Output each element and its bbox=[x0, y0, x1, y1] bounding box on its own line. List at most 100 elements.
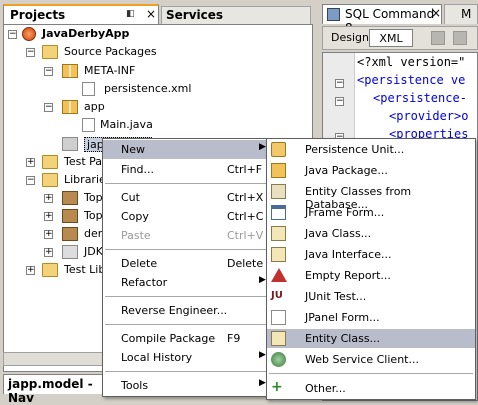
jar-icon bbox=[62, 227, 78, 241]
submenu-item-entity-classes-db[interactable]: Entity Classes from Database... bbox=[267, 182, 475, 211]
menu-item-label: New bbox=[121, 143, 145, 156]
code-line: <persistence- bbox=[373, 91, 467, 105]
fold-icon[interactable]: − bbox=[335, 79, 344, 88]
menu-item-label: Paste bbox=[121, 229, 151, 242]
package-icon bbox=[62, 100, 78, 114]
collapse-icon[interactable]: − bbox=[26, 176, 35, 185]
expand-icon[interactable]: + bbox=[26, 266, 35, 275]
submenu-item-label: JUnit Test... bbox=[305, 290, 367, 303]
menu-shortcut: Ctrl+V bbox=[227, 229, 264, 242]
submenu-item-label: Java Interface... bbox=[305, 248, 392, 261]
submenu-item-persistence-unit[interactable]: Persistence Unit... bbox=[267, 140, 475, 159]
collapse-icon[interactable]: − bbox=[8, 30, 17, 39]
collapse-icon[interactable]: − bbox=[44, 67, 53, 76]
tree-label: JDK bbox=[84, 245, 103, 258]
editor-toolbar: Design XML bbox=[322, 26, 478, 50]
tree-node-meta-inf[interactable]: − META-INF bbox=[4, 62, 304, 80]
menu-item-refactor[interactable]: Refactor ▶ bbox=[103, 273, 269, 292]
persistence-unit-icon bbox=[271, 142, 286, 157]
menu-shortcut: Ctrl+C bbox=[227, 210, 264, 223]
expand-icon[interactable]: + bbox=[44, 248, 53, 257]
tree-node-project[interactable]: − JavaDerbyApp bbox=[4, 25, 304, 43]
menu-item-find[interactable]: Find... Ctrl+F bbox=[103, 160, 269, 179]
fold-icon[interactable]: − bbox=[335, 97, 344, 106]
sql-icon bbox=[327, 8, 340, 21]
tab-navigator[interactable]: japp.model - Nav bbox=[3, 374, 113, 405]
minimize-icon[interactable]: ◧ bbox=[126, 9, 135, 19]
java-class-icon bbox=[271, 226, 286, 241]
menu-item-label: Reverse Engineer... bbox=[121, 304, 228, 317]
tree-label: persistence.xml bbox=[104, 82, 192, 95]
tab-sql-command[interactable]: SQL Command 8 × bbox=[322, 4, 442, 35]
tree-label: app bbox=[84, 100, 105, 113]
tree-label: Librarie bbox=[64, 173, 106, 186]
report-icon bbox=[271, 268, 287, 282]
tab-second-editor-label: M bbox=[461, 7, 472, 21]
submenu-item-other[interactable]: + Other... bbox=[267, 379, 475, 398]
tab-second-editor[interactable]: M bbox=[444, 4, 478, 24]
entity-classes-db-icon bbox=[271, 184, 286, 199]
tree-node-persistence-xml[interactable]: persistence.xml bbox=[4, 80, 304, 98]
submenu-item-java-package[interactable]: Java Package... bbox=[267, 161, 475, 180]
tree-label: Test Lib bbox=[64, 263, 106, 276]
expand-icon[interactable]: + bbox=[44, 212, 53, 221]
tree-node-app[interactable]: − app bbox=[4, 98, 304, 116]
menu-item-tools[interactable]: Tools ▶ bbox=[103, 376, 269, 395]
menu-separator bbox=[269, 373, 473, 374]
tab-projects[interactable]: Projects ◧ × bbox=[3, 4, 159, 24]
submenu-item-empty-report[interactable]: Empty Report... bbox=[267, 266, 475, 285]
submenu-item-entity-class[interactable]: Entity Class... bbox=[267, 329, 475, 348]
design-button[interactable]: Design bbox=[325, 29, 375, 47]
menu-item-paste[interactable]: Paste Ctrl+V bbox=[103, 226, 269, 245]
tree-node-source-packages[interactable]: − Source Packages bbox=[4, 43, 304, 61]
tab-services[interactable]: Services bbox=[161, 6, 311, 24]
collapse-icon[interactable]: − bbox=[44, 103, 53, 112]
menu-item-label: Local History bbox=[121, 351, 193, 364]
menu-shortcut: Delete bbox=[227, 257, 264, 270]
jframe-form-icon bbox=[271, 205, 286, 220]
panel-tab-bar: Projects ◧ × Services bbox=[0, 2, 316, 24]
expand-icon[interactable]: + bbox=[44, 230, 53, 239]
menu-item-new[interactable]: New ▶ bbox=[103, 140, 269, 159]
menu-item-label: Tools bbox=[121, 379, 149, 392]
menu-item-reverse-engineer[interactable]: Reverse Engineer... bbox=[103, 301, 269, 320]
tree-node-main-java[interactable]: Main.java bbox=[4, 116, 304, 134]
expand-icon[interactable]: + bbox=[44, 194, 53, 203]
tab-projects-label: Projects bbox=[10, 8, 66, 22]
menu-item-compile-package[interactable]: Compile Package F9 bbox=[103, 329, 269, 348]
submenu-item-web-service-client[interactable]: Web Service Client... bbox=[267, 350, 475, 369]
submenu-item-label: JFrame Form... bbox=[305, 206, 385, 219]
tab-services-label: Services bbox=[166, 8, 224, 22]
submenu-arrow-icon: ▶ bbox=[259, 378, 266, 388]
submenu-item-label: JPanel Form... bbox=[305, 311, 380, 324]
code-line: <provider>o bbox=[389, 109, 469, 123]
tree-label: Test Pa bbox=[64, 155, 103, 168]
menu-item-label: Refactor bbox=[121, 276, 168, 289]
expand-icon[interactable]: + bbox=[26, 158, 35, 167]
close-icon[interactable]: × bbox=[431, 6, 441, 20]
xml-file-icon bbox=[82, 82, 95, 96]
tree-label: Main.java bbox=[100, 118, 153, 131]
submenu-item-java-class[interactable]: Java Class... bbox=[267, 224, 475, 243]
menu-item-copy[interactable]: Copy Ctrl+C bbox=[103, 207, 269, 226]
entity-class-icon bbox=[271, 331, 286, 346]
submenu-item-label: Empty Report... bbox=[305, 269, 391, 282]
collapse-icon[interactable]: − bbox=[26, 48, 35, 57]
submenu-item-junit-test[interactable]: JU JUnit Test... bbox=[267, 287, 475, 306]
menu-item-local-history[interactable]: Local History ▶ bbox=[103, 348, 269, 367]
java-file-icon bbox=[82, 118, 95, 132]
menu-item-cut[interactable]: Cut Ctrl+X bbox=[103, 188, 269, 207]
menu-item-delete[interactable]: Delete Delete bbox=[103, 254, 269, 273]
submenu-arrow-icon: ▶ bbox=[259, 142, 266, 152]
submenu-item-jframe-form[interactable]: JFrame Form... bbox=[267, 203, 475, 222]
menu-item-label: Compile Package bbox=[121, 332, 216, 345]
toolbar-action-icon[interactable] bbox=[431, 31, 445, 45]
other-file-icon: + bbox=[271, 379, 283, 395]
submenu-item-java-interface[interactable]: Java Interface... bbox=[267, 245, 475, 264]
toolbar-action-icon[interactable] bbox=[453, 31, 467, 45]
close-icon[interactable]: × bbox=[146, 7, 156, 21]
menu-separator bbox=[105, 296, 267, 297]
submenu-item-jpanel-form[interactable]: JPanel Form... bbox=[267, 308, 475, 327]
xml-button[interactable]: XML bbox=[369, 29, 413, 47]
folder-icon bbox=[42, 173, 58, 187]
